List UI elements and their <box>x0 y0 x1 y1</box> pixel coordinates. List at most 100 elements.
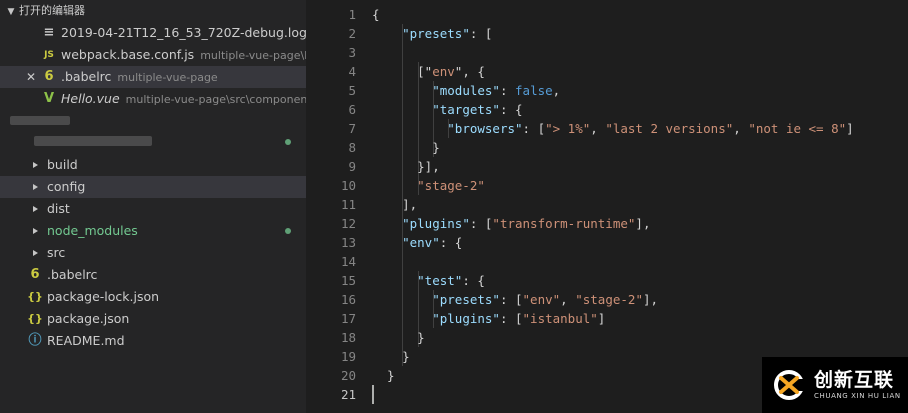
code-punctuation: } <box>372 330 425 345</box>
tree-folder[interactable]: config <box>0 176 306 198</box>
brand-logo-icon <box>774 370 804 400</box>
modified-dot-icon <box>285 139 291 145</box>
open-editor-item[interactable]: JS webpack.base.conf.js multiple-vue-page\… <box>0 44 306 66</box>
line-number: 7 <box>348 121 356 136</box>
open-editor-path: multiple-vue-page\b... <box>200 49 306 62</box>
blurred-folder-name <box>34 136 152 146</box>
code-line: { <box>372 5 908 24</box>
code-line: "plugins": ["istanbul"] <box>372 309 908 328</box>
code-punctuation: : <box>499 83 516 98</box>
open-editor-path: multiple-vue-page\src\components <box>125 93 306 106</box>
code-line: "presets": [ <box>372 24 908 43</box>
code-punctuation: : [ <box>469 26 493 41</box>
code-punctuation: } <box>372 140 440 155</box>
code-punctuation <box>372 102 432 117</box>
tree-item-label: config <box>47 179 86 194</box>
chevron-down-icon: ▼ <box>7 7 15 17</box>
tree-file[interactable]: {} package.json <box>0 308 306 330</box>
line-number: 12 <box>340 216 356 231</box>
code-punctuation: ], <box>372 197 418 212</box>
line-number: 13 <box>340 235 356 250</box>
watermark-logo: 创新互联 CHUANG XIN HU LIAN <box>762 357 908 413</box>
code-punctuation: : [ <box>469 216 493 231</box>
tree-folder[interactable]: build <box>0 154 306 176</box>
code-punctuation: { <box>372 7 380 22</box>
json-string: "> 1%" <box>545 121 591 136</box>
json-key: "presets" <box>402 26 470 41</box>
open-editor-filename: .babelrc <box>61 69 112 84</box>
tree-item-label: .babelrc <box>47 267 98 282</box>
file-type-icon: {} <box>27 290 43 303</box>
open-editors-header[interactable]: ▼ 打开的编辑器 <box>0 0 306 22</box>
json-key: "test" <box>417 273 463 288</box>
chevron-right-icon <box>33 228 38 234</box>
open-editors-list: ≡ 2019-04-21T12_16_53_720Z-debug.log JS web… <box>0 22 306 110</box>
line-number: 2 <box>348 26 356 41</box>
tree-folder[interactable]: dist <box>0 198 306 220</box>
tree-item-label: src <box>47 245 66 260</box>
tree-item-label: README.md <box>47 333 125 348</box>
open-editor-item[interactable]: ≡ 2019-04-21T12_16_53_720Z-debug.log <box>0 22 306 44</box>
code-line: ], <box>372 195 908 214</box>
code-editor[interactable]: 1 2 3 4 5 6 7 8 9 10 11 12 13 14 15 16 17 18 19 20 21 { "pre… <box>306 0 908 413</box>
tree-file[interactable]: {} package-lock.json <box>0 286 306 308</box>
line-number-gutter: 1 2 3 4 5 6 7 8 9 10 11 12 13 14 15 16 17 18 19 20 21 <box>306 5 356 404</box>
tree-item-label: build <box>47 157 78 172</box>
open-editor-filename: Hello.vue <box>61 91 120 106</box>
code-punctuation: [" <box>372 64 433 79</box>
file-type-icon: V <box>43 91 55 106</box>
line-number: 11 <box>340 197 356 212</box>
open-editor-item[interactable]: V Hello.vue multiple-vue-page\src\componen… <box>0 88 306 110</box>
watermark-cn-text: 创新互联 <box>814 369 895 391</box>
code-line: "env": { <box>372 233 908 252</box>
json-key: "modules" <box>432 83 500 98</box>
code-punctuation <box>372 178 417 193</box>
code-line: "presets": ["env", "stage-2"], <box>372 290 908 309</box>
open-editors-title: 打开的编辑器 <box>19 4 85 17</box>
workspace-folder-header[interactable] <box>0 110 306 154</box>
code-line: "browsers": ["> 1%", "last 2 versions", … <box>372 119 908 138</box>
open-editor-filename: webpack.base.conf.js <box>61 47 195 62</box>
line-number: 17 <box>340 311 356 326</box>
tree-file[interactable]: ⓘ README.md <box>0 330 306 352</box>
line-number: 18 <box>340 330 356 345</box>
modified-dot-icon <box>285 228 291 234</box>
json-string: "stage-2" <box>417 178 485 193</box>
code-line: ["env", { <box>372 62 908 81</box>
blurred-workspace-name <box>10 116 70 125</box>
text-cursor <box>372 385 374 404</box>
code-punctuation: ] <box>846 121 854 136</box>
line-number: 19 <box>340 349 356 364</box>
open-editor-item[interactable]: ✕ 6 .babelrc multiple-vue-page <box>0 66 306 88</box>
code-punctuation: , <box>733 121 749 136</box>
json-key: "plugins" <box>432 311 500 326</box>
chevron-right-icon <box>33 206 38 212</box>
explorer-sidebar: ▼ 打开的编辑器 ≡ 2019-04-21T12_16_53_720Z-debug.… <box>0 0 306 413</box>
line-number: 21 <box>340 387 356 402</box>
line-number: 1 <box>348 7 356 22</box>
chevron-right-icon <box>33 184 38 190</box>
code-punctuation: : [ <box>499 292 523 307</box>
tree-item-label: package-lock.json <box>47 289 160 304</box>
file-type-icon: 6 <box>44 69 54 84</box>
open-editor-filename: 2019-04-21T12_16_53_720Z-debug.log <box>61 25 306 40</box>
file-type-icon: ≡ <box>43 25 55 40</box>
line-number: 14 <box>340 254 356 269</box>
code-line: } <box>372 328 908 347</box>
code-line: "test": { <box>372 271 908 290</box>
code-line: "targets": { <box>372 100 908 119</box>
code-line: } <box>372 138 908 157</box>
json-literal: false <box>515 83 553 98</box>
line-number: 6 <box>348 102 356 117</box>
json-key: "presets" <box>432 292 500 307</box>
tree-folder[interactable]: src <box>0 242 306 264</box>
close-icon[interactable]: ✕ <box>26 66 36 88</box>
json-key: "browsers" <box>447 121 523 136</box>
line-number: 3 <box>348 45 356 60</box>
code-content[interactable]: { "presets": [ ["env", { "modules": fals… <box>372 5 908 404</box>
json-key: "env" <box>402 235 440 250</box>
code-punctuation: : { <box>462 273 485 288</box>
tree-file[interactable]: 6 .babelrc <box>0 264 306 286</box>
file-tree: build config dist node_modules src 6 .babelrc {… <box>0 154 306 352</box>
tree-folder[interactable]: node_modules <box>0 220 306 242</box>
